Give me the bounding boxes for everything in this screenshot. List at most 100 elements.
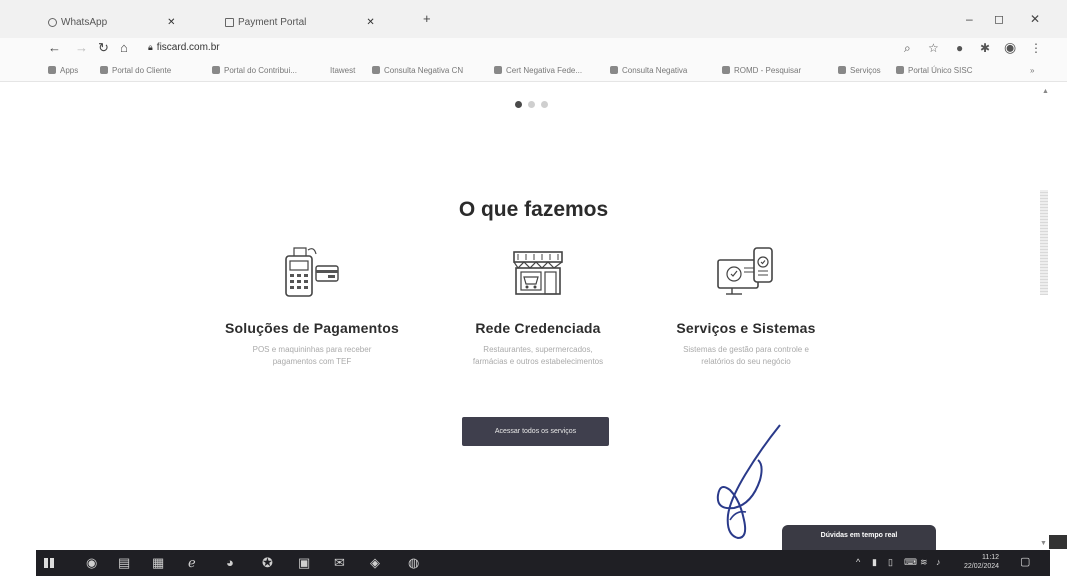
close-tab-icon[interactable]: ✕ [167,17,175,28]
service-card-payments: Soluções de Pagamentos POS e maquininhas… [202,244,422,368]
section-title: O que fazemos [458,198,609,221]
bookmark-icon [722,66,730,74]
volume-icon[interactable]: ♪ [936,557,941,567]
edge-icon[interactable]: ℯ [188,555,196,571]
bookmark-item[interactable]: ROMD - Pesquisar [722,66,801,75]
url-text: fiscard.com.br [156,42,220,53]
lock-icon: 🔒︎ [148,42,153,52]
bookmark-label: Portal do Contribui... [224,66,297,75]
pos-terminal-icon [285,247,339,297]
bookmark-item[interactable]: Apps [48,66,78,75]
tab-label: Payment Portal [238,16,307,28]
carousel-dots [515,101,548,108]
bookmark-item[interactable]: Serviços [838,66,881,75]
star-icon[interactable]: ☆ [928,41,939,55]
bookmark-label: Serviços [850,66,881,75]
bookmark-label: Apps [60,66,79,75]
windows-start-icon[interactable] [44,558,54,568]
service-description: Sistemas de gestão para controle e relat… [683,345,809,366]
notifications-icon[interactable]: ▢ [1020,555,1030,568]
bookmark-label: Itawest [330,66,356,75]
bookmark-icon [610,66,618,74]
service-card-network: Rede Credenciada Restaurantes, supermerc… [428,244,648,368]
bookmark-item[interactable]: Cert Negativa Fede... [494,66,582,75]
handwritten-signature [716,424,781,540]
bookmark-label: Cert Negativa Fede... [506,66,583,75]
firefox-icon[interactable]: ◕ [226,555,234,570]
store-icon[interactable]: ▦ [152,555,164,571]
service-description: Restaurantes, supermercados, farmácias e… [472,345,604,366]
drive-icon [494,66,502,74]
service-title: Serviços e Sistemas [676,320,816,336]
globe-icon [100,66,108,74]
close-window-button[interactable]: ✕ [1030,12,1040,26]
home-icon[interactable]: ⌂ [120,40,128,55]
app-icon[interactable]: ◈ [370,555,380,571]
browser-tab-bar: WhatsApp ✕ Payment Portal ✕ + – ◻ ✕ [0,0,1067,38]
service-title: Soluções de Pagamentos [224,320,399,336]
all-services-button[interactable]: Acessar todos os serviços [462,417,609,446]
bookmark-label: Portal do Cliente [112,66,172,75]
minimize-button[interactable]: – [966,12,973,26]
bookmark-label: Consulta Negativa CN [384,66,464,75]
wifi-icon[interactable]: ≋ [920,557,928,568]
globe-icon [372,66,380,74]
bookmark-item[interactable]: Portal Único SISC [896,66,972,75]
bookmark-icon [212,66,220,74]
bookmark-item[interactable]: Portal do Cliente [100,66,171,75]
bookmark-item[interactable]: Consulta Negativa CN [372,66,463,75]
search-icon[interactable]: ⌕ [904,41,911,56]
service-title: Rede Credenciada [475,320,601,336]
chrome-icon[interactable]: ✪ [262,555,273,571]
carousel-dot[interactable] [541,101,548,108]
bookmark-label: ROMD - Pesquisar [734,66,802,75]
url-field[interactable]: 🔒︎ fiscard.com.br [148,42,220,53]
bookmark-icon [896,66,904,74]
clock-time: 11:12 [982,554,1000,561]
storefront-icon [513,251,563,295]
network-icon[interactable]: ▮ [872,557,877,568]
service-description: POS e maquininhas para receber pagamento… [252,345,372,366]
live-chat-button[interactable]: Dúvidas em tempo real [782,525,936,551]
address-bar-row: ← → ↻ ⌂ 🔒︎ fiscard.com.br ⌕ ☆ ● ✱ ◉ ⋮ [0,38,1067,60]
tab-whatsapp[interactable]: WhatsApp ✕ [48,12,176,32]
puzzle-icon[interactable]: ✱ [980,41,990,55]
scroll-down-arrow-icon[interactable]: ▼ [1040,540,1047,547]
mail-icon[interactable]: ✉ [334,555,345,571]
cortana-icon[interactable]: ◉ [86,555,97,571]
profile-icon[interactable]: ◉ [1004,39,1016,56]
service-card-systems: Serviços e Sistemas Sistemas de gestão p… [636,244,856,368]
bookmark-item[interactable]: Portal do Contribui... [212,66,297,75]
whatsapp-icon [48,17,57,27]
clock-date: 22/02/2024 [964,563,1000,570]
scanner-edge-mark [1049,535,1067,549]
calendar-icon[interactable]: ▣ [298,555,310,571]
apps-icon [48,66,56,74]
close-tab-icon[interactable]: ✕ [366,17,374,28]
tab-payment-portal[interactable]: Payment Portal ✕ [225,12,375,32]
monitor-phone-icon [717,247,773,295]
system-clock[interactable]: 11:12 22/02/2024 [964,553,999,571]
reload-icon[interactable]: ↻ [98,40,109,56]
bookmarks-bar: Apps Portal do Cliente Portal do Contrib… [0,60,1067,82]
task-view-icon[interactable]: ▤ [118,555,130,571]
extension-icon[interactable]: ● [956,41,963,55]
bookmarks-more-icon[interactable]: » [1030,66,1034,75]
back-arrow-icon[interactable]: ← [48,40,61,55]
globe-icon [838,66,846,74]
carousel-dot-active[interactable] [515,101,522,108]
battery-icon[interactable]: ▯ [888,557,893,568]
bookmark-item[interactable]: Itawest [330,66,355,75]
menu-icon[interactable]: ⋮ [1030,41,1042,55]
keyboard-icon[interactable]: ⌨ [904,557,917,568]
bookmark-item[interactable]: Consulta Negativa [610,66,687,75]
forward-arrow-icon[interactable]: → [75,40,88,55]
carousel-dot[interactable] [528,101,535,108]
bookmark-label: Consulta Negativa [622,66,688,75]
maximize-button[interactable]: ◻ [994,12,1004,26]
scroll-up-arrow-icon[interactable]: ▲ [1042,88,1049,95]
whatsapp-taskbar-icon[interactable]: ◍ [408,555,419,571]
tray-chevron-icon[interactable]: ^ [856,557,860,567]
new-tab-button[interactable]: + [423,11,431,26]
tab-label: WhatsApp [61,16,108,28]
